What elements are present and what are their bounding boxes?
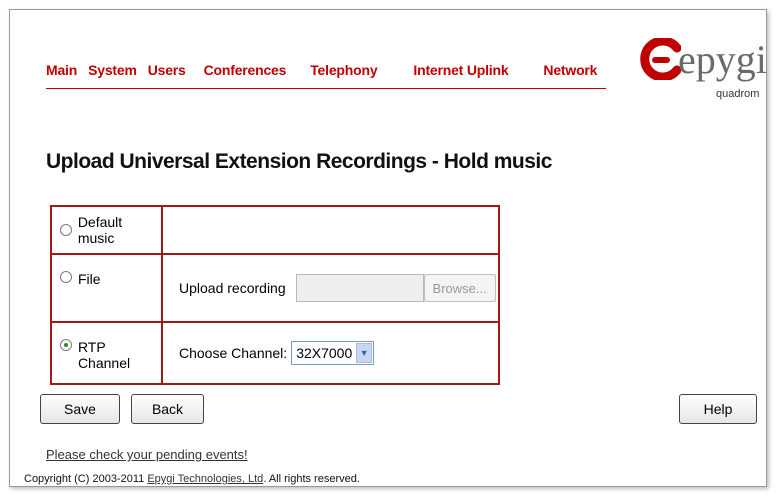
chevron-down-icon[interactable]: ▼: [356, 343, 373, 363]
channel-cell: Choose Channel: 32X7000 ▼: [165, 323, 498, 383]
save-button[interactable]: Save: [40, 394, 120, 424]
back-button[interactable]: Back: [131, 394, 204, 424]
default-music-radio[interactable]: [60, 224, 72, 236]
option-row-default: Default music: [52, 207, 498, 255]
nav-item-system[interactable]: System: [88, 62, 137, 78]
choose-channel-label: Choose Channel:: [179, 345, 288, 361]
file-option[interactable]: File: [52, 255, 163, 321]
nav-item-conferences[interactable]: Conferences: [204, 62, 287, 78]
default-music-label: Default music: [77, 214, 123, 246]
epygi-technologies-link[interactable]: Epygi Technologies, Ltd: [147, 473, 263, 485]
rtp-channel-option[interactable]: RTP Channel: [52, 323, 163, 383]
nav-item-telephony[interactable]: Telephony: [310, 62, 377, 78]
page-frame: Main System Users Conferences Telephony …: [9, 9, 767, 487]
option-row-file: File Upload recording Browse...: [52, 255, 498, 323]
rtp-channel-radio[interactable]: [60, 339, 72, 351]
rtp-channel-label: RTP Channel: [77, 339, 131, 371]
channel-select-value: 32X7000: [296, 345, 353, 361]
copyright-notice: Copyright (C) 2003-2011 Epygi Technologi…: [24, 473, 360, 485]
page-title: Upload Universal Extension Recordings - …: [46, 150, 552, 173]
upload-recording-field[interactable]: [295, 274, 424, 302]
logo-wordmark: epygi: [678, 37, 767, 82]
logo-subtitle: quadrom: [716, 88, 760, 100]
hold-music-form: Default music File Upload recording Brow…: [50, 205, 500, 385]
help-button[interactable]: Help: [679, 394, 757, 424]
nav-item-users[interactable]: Users: [148, 62, 186, 78]
pending-events-link[interactable]: Please check your pending events!: [46, 447, 248, 462]
default-music-cell: [165, 207, 498, 253]
file-label: File: [78, 271, 101, 287]
epygi-logo-icon: [640, 38, 681, 80]
epygi-logo: epygi quadrom: [636, 34, 767, 104]
nav-item-network[interactable]: Network: [543, 62, 597, 78]
nav-underline: [46, 88, 606, 89]
browse-button[interactable]: Browse...: [423, 274, 496, 302]
file-radio[interactable]: [60, 271, 72, 283]
copyright-prefix: Copyright (C) 2003-2011: [24, 473, 148, 485]
copyright-suffix: . All rights reserved.: [263, 473, 360, 485]
nav-item-internet-uplink[interactable]: Internet Uplink: [413, 62, 508, 78]
default-music-option[interactable]: Default music: [52, 207, 163, 253]
nav-item-main[interactable]: Main: [46, 62, 77, 78]
upload-cell: Upload recording Browse...: [165, 255, 498, 321]
upload-recording-label: Upload recording: [179, 280, 286, 296]
option-row-rtp: RTP Channel Choose Channel: 32X7000 ▼: [52, 323, 498, 383]
main-nav: Main System Users Conferences Telephony …: [46, 62, 597, 78]
channel-select[interactable]: 32X7000 ▼: [291, 341, 375, 365]
